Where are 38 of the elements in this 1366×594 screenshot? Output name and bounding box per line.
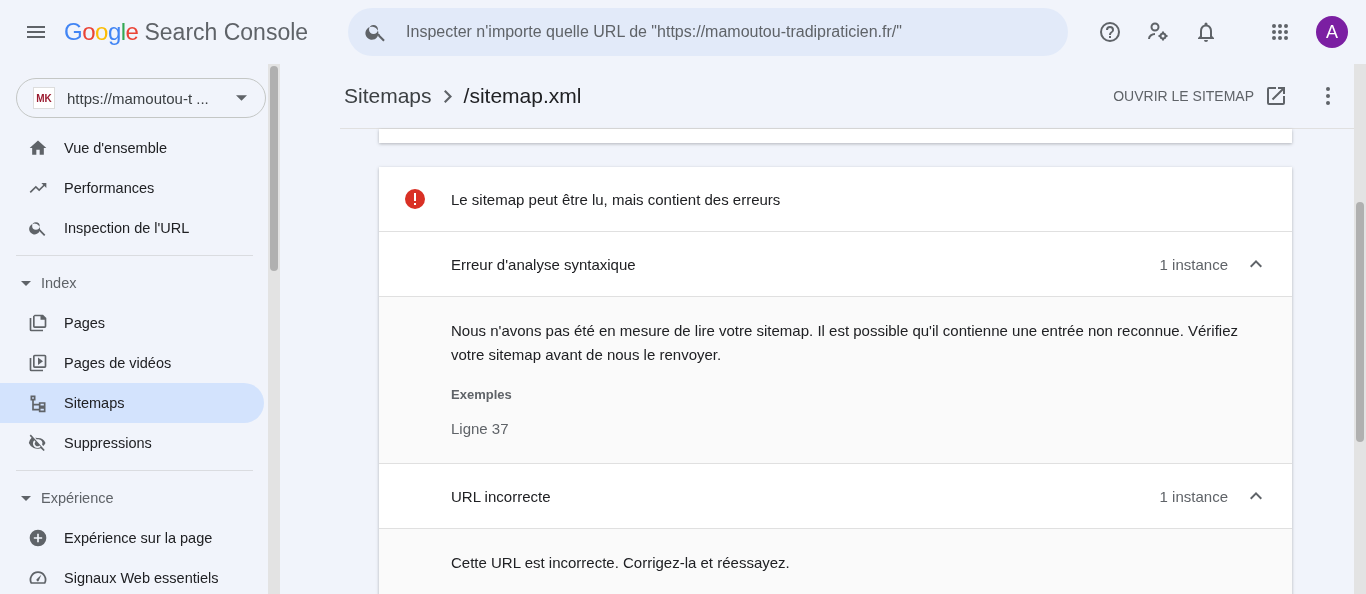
hidden-eye-icon <box>28 433 48 453</box>
home-icon <box>28 138 48 158</box>
dropdown-icon <box>236 95 247 101</box>
scrollbar-thumb[interactable] <box>270 66 278 271</box>
nav-item[interactable]: Inspection de l'URL <box>0 208 264 248</box>
caret-icon <box>21 495 31 501</box>
nav-item[interactable]: Expérience sur la page <box>0 518 264 558</box>
video-page-icon <box>28 353 48 373</box>
open-sitemap-button[interactable]: OUVRIR LE SITEMAP <box>1113 84 1288 108</box>
error-description: Cette URL est incorrecte. Corrigez-la et réessayez. <box>451 553 791 573</box>
nav-item[interactable]: Suppressions <box>0 423 264 463</box>
error-description: Nous n'avons pas été en mesure de lire votre sitemap. Il est possible qu'il contienne une entrée non reconnue. Vérifiez votre sitemap avant de nous le renvoyer. <box>451 321 1240 365</box>
status-message: Le sitemap peut être lu, mais contient des erreurs <box>451 190 781 208</box>
example-line: Ligne 37 <box>451 420 510 437</box>
nav-item[interactable]: Vue d'ensemble <box>0 128 264 168</box>
breadcrumb-link[interactable]: Sitemaps <box>344 84 432 108</box>
nav-item[interactable]: Performances <box>0 168 264 208</box>
caret-icon <box>21 280 31 286</box>
page-title: /sitemap.xml <box>463 84 582 108</box>
external-link-icon <box>1264 84 1288 108</box>
nav-item[interactable]: Pages de vidéos <box>0 343 264 383</box>
pages-icon <box>28 313 48 333</box>
chevron-right-icon <box>443 89 452 103</box>
section-header[interactable]: Index <box>0 263 268 303</box>
site-badge: MK <box>33 87 55 109</box>
nav-item[interactable]: Sitemaps <box>0 383 264 423</box>
search-field[interactable]: Inspecter n'importe quelle URL de "https://mamoutou-tradipraticien.fr/" <box>348 8 1069 56</box>
logo: Google Search Console <box>64 18 309 46</box>
nav-item[interactable]: Pages <box>0 303 264 343</box>
avatar[interactable]: A <box>1316 16 1348 48</box>
examples-label: Exemples <box>451 387 513 402</box>
section-header[interactable]: Expérience <box>0 478 268 518</box>
sitemap-icon <box>28 393 48 413</box>
scrollbar-thumb[interactable] <box>1356 202 1364 442</box>
nav-item[interactable]: Signaux Web essentiels <box>0 558 264 594</box>
error-icon <box>403 187 427 211</box>
user-settings-icon[interactable] <box>1146 20 1170 44</box>
help-icon[interactable] <box>1098 20 1122 44</box>
